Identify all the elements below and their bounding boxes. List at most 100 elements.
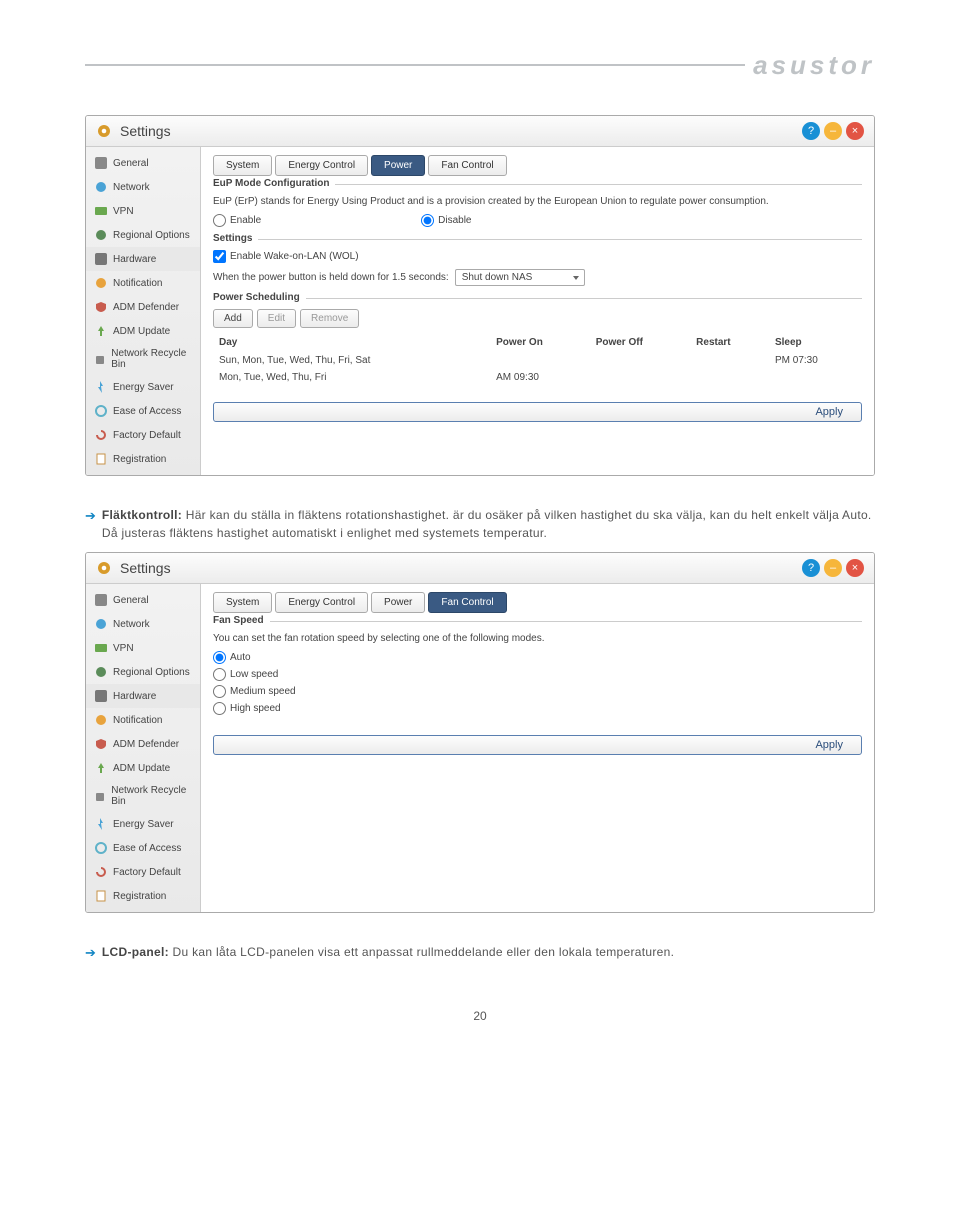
radio-auto[interactable]: Auto	[213, 651, 251, 664]
sidebar-item-vpn[interactable]: VPN	[86, 199, 200, 223]
sidebar-item-energysaver[interactable]: Energy Saver	[86, 375, 200, 399]
col-day: Day	[213, 334, 490, 352]
access-icon	[94, 404, 108, 418]
sidebar-item-registration[interactable]: Registration	[86, 884, 200, 908]
tab-system[interactable]: System	[213, 155, 272, 176]
main-panel: System Energy Control Power Fan Control …	[201, 584, 874, 912]
sidebar-item-label: General	[113, 595, 149, 606]
region-icon	[94, 228, 108, 242]
minimize-button[interactable]: –	[824, 559, 842, 577]
sidebar-item-label: Registration	[113, 454, 166, 465]
sidebar-item-easeofaccess[interactable]: Ease of Access	[86, 836, 200, 860]
shield-icon	[94, 300, 108, 314]
sidebar-item-energysaver[interactable]: Energy Saver	[86, 812, 200, 836]
help-button[interactable]: ?	[802, 559, 820, 577]
divider	[85, 64, 745, 66]
col-poweron: Power On	[490, 334, 590, 352]
sidebar-item-label: Notification	[113, 715, 162, 726]
remove-button[interactable]: Remove	[300, 309, 359, 328]
settings-sidebar: General Network VPN Regional Options Har…	[86, 584, 201, 912]
gear-icon	[96, 560, 112, 576]
bolt-icon	[94, 380, 108, 394]
group-settings: Settings Enable Wake-on-LAN (WOL) When t…	[213, 239, 862, 292]
group-title: EuP Mode Configuration	[213, 178, 335, 189]
sidebar-item-general[interactable]: General	[86, 588, 200, 612]
radio-medium[interactable]: Medium speed	[213, 685, 296, 698]
clipboard-icon	[94, 889, 108, 903]
apply-button[interactable]: Apply	[213, 735, 862, 755]
sidebar-item-notification[interactable]: Notification	[86, 708, 200, 732]
gear-icon	[96, 123, 112, 139]
sidebar-item-hardware[interactable]: Hardware	[86, 247, 200, 271]
sidebar-item-label: Network	[113, 619, 150, 630]
close-button[interactable]: ×	[846, 122, 864, 140]
radio-label: Enable	[230, 215, 261, 226]
sidebar-item-factorydefault[interactable]: Factory Default	[86, 423, 200, 447]
sidebar-item-network[interactable]: Network	[86, 175, 200, 199]
sidebar-item-label: Factory Default	[113, 867, 181, 878]
reset-icon	[94, 428, 108, 442]
vpn-icon	[94, 641, 108, 655]
apply-button[interactable]: Apply	[213, 402, 862, 422]
add-button[interactable]: Add	[213, 309, 253, 328]
edit-button[interactable]: Edit	[257, 309, 296, 328]
sidebar-item-network[interactable]: Network	[86, 612, 200, 636]
sidebar-item-label: Regional Options	[113, 230, 190, 241]
minimize-button[interactable]: –	[824, 122, 842, 140]
sidebar-item-label: VPN	[113, 643, 134, 654]
sidebar-item-label: Energy Saver	[113, 382, 174, 393]
power-button-action-select[interactable]: Shut down NAS	[455, 269, 585, 286]
tab-energy-control[interactable]: Energy Control	[275, 592, 368, 613]
sidebar-item-vpn[interactable]: VPN	[86, 636, 200, 660]
vpn-icon	[94, 204, 108, 218]
sidebar-item-hardware[interactable]: Hardware	[86, 684, 200, 708]
sidebar-item-defender[interactable]: ADM Defender	[86, 295, 200, 319]
checkbox-label: Enable Wake-on-LAN (WOL)	[230, 251, 359, 262]
sidebar-item-update[interactable]: ADM Update	[86, 319, 200, 343]
radio-low[interactable]: Low speed	[213, 668, 278, 681]
sidebar-item-general[interactable]: General	[86, 151, 200, 175]
sidebar-item-regional[interactable]: Regional Options	[86, 660, 200, 684]
tab-fan-control[interactable]: Fan Control	[428, 155, 506, 176]
sidebar-item-factorydefault[interactable]: Factory Default	[86, 860, 200, 884]
tab-fan-control[interactable]: Fan Control	[428, 592, 506, 613]
brand-bar: asustor	[85, 50, 875, 90]
sidebar-item-update[interactable]: ADM Update	[86, 756, 200, 780]
schedule-table: Day Power On Power Off Restart Sleep Sun…	[213, 334, 862, 386]
region-icon	[94, 665, 108, 679]
table-row[interactable]: Mon, Tue, Wed, Thu, FriAM 09:30	[213, 369, 862, 386]
brand-logo: asustor	[753, 50, 875, 81]
close-button[interactable]: ×	[846, 559, 864, 577]
radio-enable[interactable]: Enable	[213, 214, 261, 227]
radio-high[interactable]: High speed	[213, 702, 281, 715]
sidebar-item-recyclebin[interactable]: Network Recycle Bin	[86, 343, 200, 375]
sidebar-item-regional[interactable]: Regional Options	[86, 223, 200, 247]
sidebar-item-label: ADM Defender	[113, 739, 179, 750]
arrow-icon: ➔	[85, 506, 96, 526]
tab-energy-control[interactable]: Energy Control	[275, 155, 368, 176]
sidebar-item-recyclebin[interactable]: Network Recycle Bin	[86, 780, 200, 812]
window-title: Settings	[120, 123, 802, 139]
bolt-icon	[94, 817, 108, 831]
checkbox-wol[interactable]: Enable Wake-on-LAN (WOL)	[213, 250, 862, 263]
sidebar-item-label: ADM Update	[113, 763, 170, 774]
col-poweroff: Power Off	[590, 334, 690, 352]
window-titlebar: Settings ? – ×	[86, 553, 874, 584]
tab-system[interactable]: System	[213, 592, 272, 613]
sidebar-item-notification[interactable]: Notification	[86, 271, 200, 295]
recycle-icon	[94, 352, 106, 366]
fan-description: You can set the fan rotation speed by se…	[213, 632, 862, 645]
radio-disable[interactable]: Disable	[421, 214, 471, 227]
tab-power[interactable]: Power	[371, 155, 425, 176]
sidebar-item-defender[interactable]: ADM Defender	[86, 732, 200, 756]
sidebar-item-registration[interactable]: Registration	[86, 447, 200, 471]
help-button[interactable]: ?	[802, 122, 820, 140]
tab-power[interactable]: Power	[371, 592, 425, 613]
hardware-icon	[94, 689, 108, 703]
general-icon	[94, 156, 108, 170]
col-sleep: Sleep	[769, 334, 862, 352]
paragraph-fan-control: ➔ Fläktkontroll: Här kan du ställa in fl…	[85, 506, 875, 550]
table-row[interactable]: Sun, Mon, Tue, Wed, Thu, Fri, SatPM 07:3…	[213, 352, 862, 370]
settings-window-power: Settings ? – × General Network VPN Regio…	[85, 115, 875, 476]
sidebar-item-easeofaccess[interactable]: Ease of Access	[86, 399, 200, 423]
